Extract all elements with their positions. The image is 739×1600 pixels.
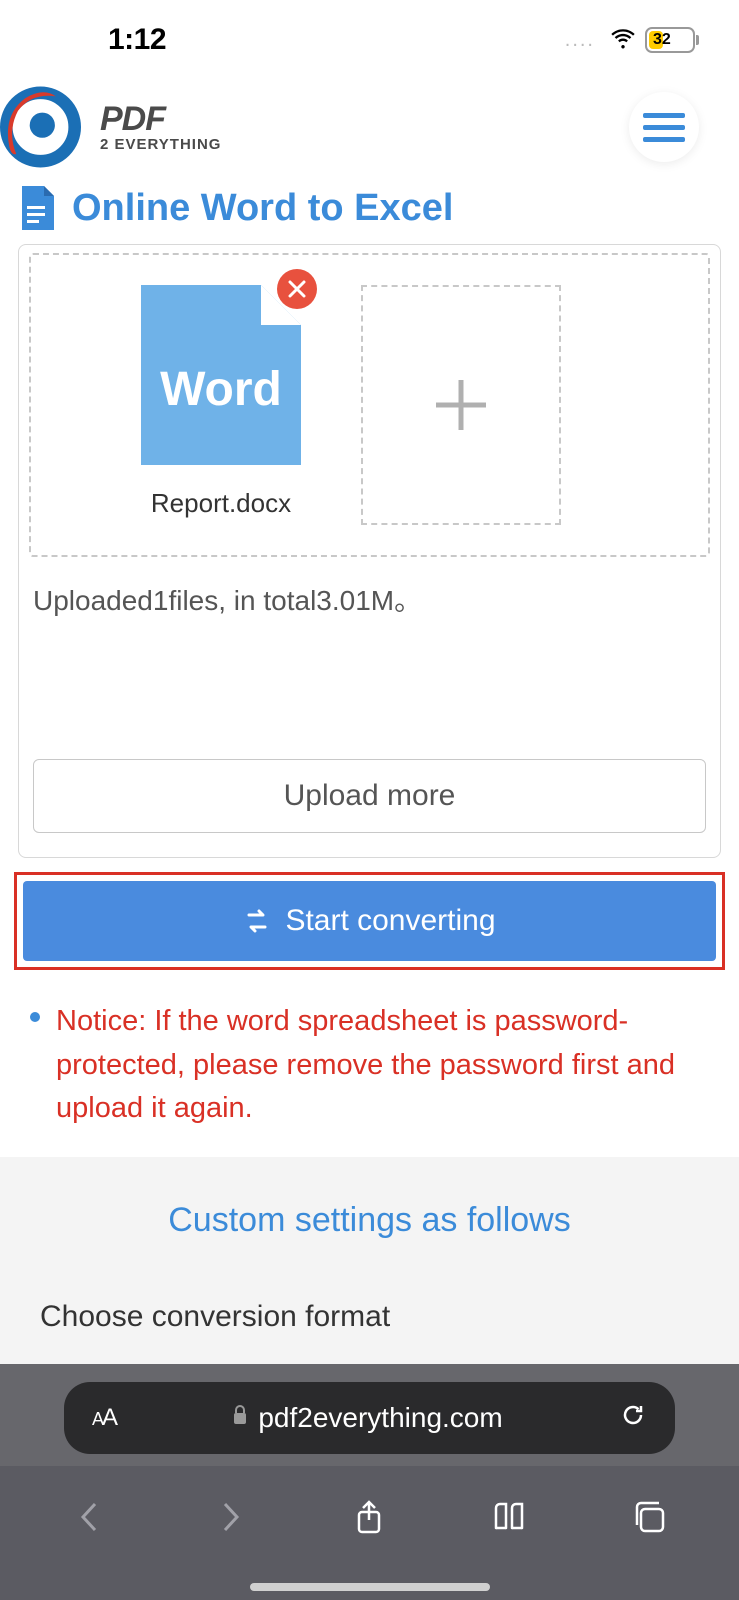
convert-highlight-box: Start converting bbox=[14, 872, 725, 970]
close-icon bbox=[288, 280, 306, 298]
menu-button[interactable] bbox=[629, 92, 699, 162]
app-header: PDF 2 EVERYTHING bbox=[0, 74, 739, 180]
logo-icon bbox=[0, 82, 90, 172]
plus-icon bbox=[431, 375, 491, 435]
home-indicator[interactable] bbox=[0, 1573, 739, 1600]
document-icon bbox=[18, 186, 54, 230]
hamburger-icon bbox=[643, 111, 685, 143]
browser-nav-bar bbox=[0, 1466, 739, 1574]
browser-address-bar-wrap: AA pdf2everything.com bbox=[0, 1364, 739, 1466]
carrier-dots-icon: .... bbox=[565, 29, 595, 52]
upload-more-label: Upload more bbox=[284, 779, 456, 813]
lock-icon bbox=[232, 1405, 248, 1430]
custom-settings-section: Custom settings as follows Choose conver… bbox=[0, 1157, 739, 1364]
status-indicators: .... 32 bbox=[565, 24, 699, 57]
custom-settings-heading: Custom settings as follows bbox=[20, 1201, 719, 1240]
share-button[interactable] bbox=[350, 1498, 388, 1541]
start-converting-label: Start converting bbox=[285, 904, 495, 938]
bookmarks-button[interactable] bbox=[490, 1498, 528, 1541]
upload-status-text: Uploaded1files, in total3.01M。 bbox=[29, 579, 710, 619]
bullet-icon bbox=[30, 1012, 40, 1022]
brand-name: PDF bbox=[100, 102, 221, 136]
add-file-slot[interactable] bbox=[361, 285, 561, 525]
notice-row: Notice: If the word spreadsheet is passw… bbox=[0, 970, 739, 1157]
uploaded-file-card: Word Report.docx bbox=[141, 285, 301, 519]
text-size-button[interactable]: AA bbox=[92, 1404, 116, 1432]
remove-file-button[interactable] bbox=[277, 269, 317, 309]
svg-text:Word: Word bbox=[160, 363, 282, 416]
word-file-icon: Word bbox=[141, 285, 301, 465]
url-text: pdf2everything.com bbox=[258, 1402, 502, 1434]
conversion-format-label: Choose conversion format bbox=[20, 1300, 719, 1334]
file-name: Report.docx bbox=[151, 488, 291, 519]
page-title-row: Online Word to Excel bbox=[0, 180, 739, 244]
browser-address-bar[interactable]: AA pdf2everything.com bbox=[64, 1382, 675, 1454]
convert-icon bbox=[243, 907, 271, 935]
page-title: Online Word to Excel bbox=[72, 187, 453, 230]
nav-forward-button[interactable] bbox=[211, 1498, 249, 1541]
wifi-icon bbox=[609, 24, 637, 57]
tabs-button[interactable] bbox=[630, 1498, 668, 1541]
upload-more-button[interactable]: Upload more bbox=[33, 759, 706, 833]
status-bar: 1:12 .... 32 bbox=[0, 0, 739, 74]
brand-tagline: 2 EVERYTHING bbox=[100, 136, 221, 153]
nav-back-button[interactable] bbox=[71, 1498, 109, 1541]
notice-text: Notice: If the word spreadsheet is passw… bbox=[56, 1000, 709, 1131]
status-time: 1:12 bbox=[30, 23, 166, 57]
upload-panel: Word Report.docx Uploaded1files, in tota… bbox=[18, 244, 721, 858]
reload-button[interactable] bbox=[619, 1401, 647, 1434]
battery-icon: 32 bbox=[645, 27, 699, 53]
dropzone[interactable]: Word Report.docx bbox=[29, 253, 710, 557]
brand-logo[interactable]: PDF 2 EVERYTHING bbox=[0, 82, 221, 172]
start-converting-button[interactable]: Start converting bbox=[23, 881, 716, 961]
